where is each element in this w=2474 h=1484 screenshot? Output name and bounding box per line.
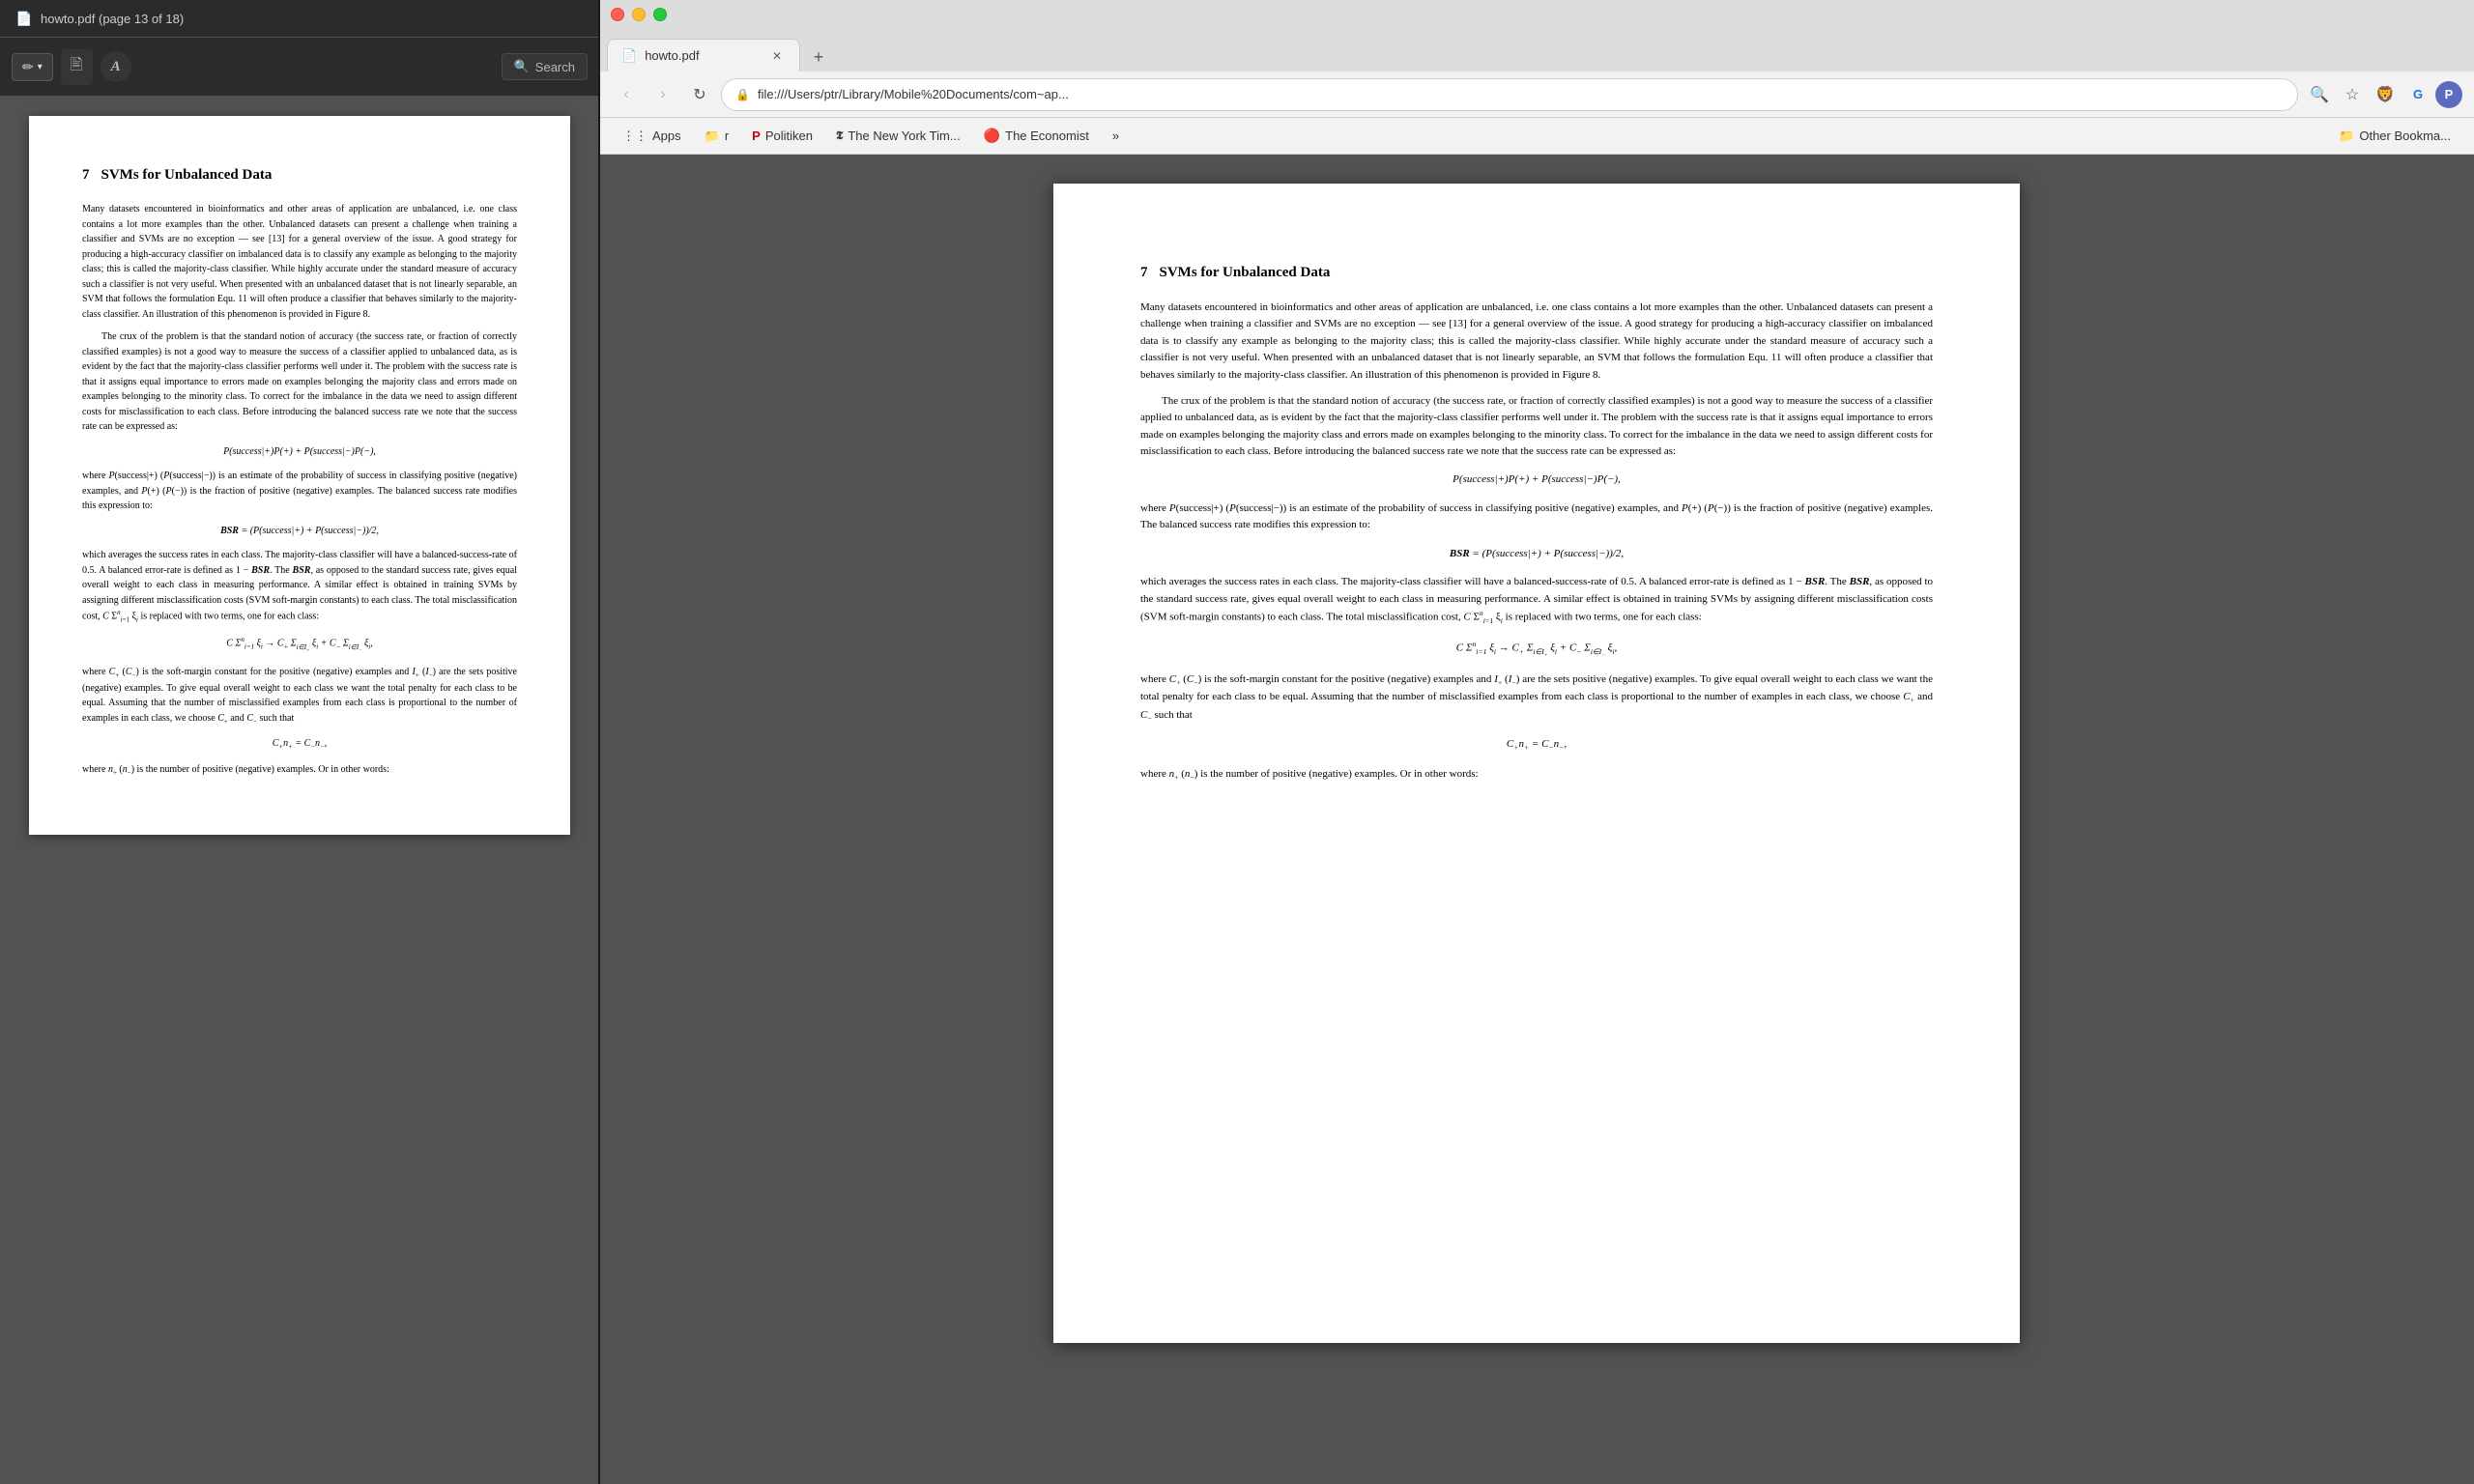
browser-toolbar-icons: 🔍 ☆ 🦁 G P bbox=[2304, 79, 2462, 110]
left-para-6: where n+ (n−) is the number of positive … bbox=[82, 762, 517, 779]
minimize-window-button[interactable] bbox=[632, 8, 646, 21]
bookmark-star-button[interactable]: ☆ bbox=[2337, 79, 2368, 110]
maximize-window-button[interactable] bbox=[653, 8, 667, 21]
file-icon: 📄 bbox=[15, 9, 33, 28]
left-formula-4: C+n+ = C−n−, bbox=[82, 736, 517, 753]
left-search-label: Search bbox=[535, 60, 575, 74]
bookmark-more-button[interactable]: » bbox=[1103, 125, 1129, 147]
security-icon: 🔒 bbox=[735, 88, 750, 101]
browser-tab-pdf[interactable]: 📄 howto.pdf ✕ bbox=[607, 39, 800, 71]
bookmark-r-label: r bbox=[725, 128, 729, 143]
left-section-title: SVMs for Unbalanced Data bbox=[101, 164, 273, 186]
left-formula-2: BSR = (P(success|+) + P(success|−))/2, bbox=[82, 524, 517, 539]
apps-grid-icon: ⋮⋮ bbox=[622, 128, 647, 144]
right-section-heading: 7 SVMs for Unbalanced Data bbox=[1140, 261, 1933, 284]
left-pdf-title: howto.pdf (page 13 of 18) bbox=[41, 12, 184, 26]
tab-close-button[interactable]: ✕ bbox=[768, 47, 786, 65]
right-formula-4: C+n+ = C−n−, bbox=[1140, 736, 1933, 755]
left-formula-3: C Σni=1 ξi → C+ Σi∈I+ ξi + C− Σi∈I− ξi, bbox=[82, 635, 517, 654]
bookmark-politiken-label: Politiken bbox=[765, 128, 813, 143]
bookmark-other-folder[interactable]: 📁 Other Bookma... bbox=[2329, 125, 2460, 148]
bookmark-nyt-label: The New York Tim... bbox=[848, 128, 960, 143]
other-bookmarks-folder-icon: 📁 bbox=[2339, 128, 2354, 144]
left-para-2: The crux of the problem is that the stan… bbox=[82, 329, 517, 435]
new-tab-button[interactable]: + bbox=[804, 43, 833, 71]
right-section-title: SVMs for Unbalanced Data bbox=[1160, 261, 1331, 284]
right-para-5: where C+ (C−) is the soft-margin constan… bbox=[1140, 671, 1933, 725]
pen-icon: ✏ bbox=[22, 59, 34, 75]
panel-divider bbox=[598, 0, 600, 1484]
search-toolbar-button[interactable]: 🔍 bbox=[2304, 79, 2335, 110]
right-pdf-page: 7 SVMs for Unbalanced Data Many datasets… bbox=[1053, 184, 2020, 1343]
typewriter-button[interactable]: A bbox=[101, 51, 131, 82]
bookmark-economist[interactable]: 🔴 The Economist bbox=[974, 124, 1099, 148]
brave-shield-button[interactable]: 🦁 bbox=[2370, 79, 2401, 110]
pen-dropdown-icon: ▾ bbox=[38, 62, 43, 72]
back-button[interactable]: ‹ bbox=[611, 79, 642, 110]
left-title-bar: 📄 howto.pdf (page 13 of 18) bbox=[0, 0, 599, 37]
bookmark-nyt[interactable]: 𝕿 The New York Tim... bbox=[826, 125, 970, 147]
politiken-icon: P bbox=[752, 128, 761, 143]
right-para-6: where n+ (n−) is the number of positive … bbox=[1140, 766, 1933, 784]
pen-tool-button[interactable]: ✏ ▾ bbox=[12, 53, 53, 81]
left-para-4: which averages the success rates in each… bbox=[82, 548, 517, 625]
nyt-icon: 𝕿 bbox=[836, 128, 843, 143]
profile-avatar[interactable]: P bbox=[2435, 81, 2462, 108]
left-pdf-viewer: 7 SVMs for Unbalanced Data Many datasets… bbox=[0, 97, 599, 1484]
right-para-4: which averages the success rates in each… bbox=[1140, 574, 1933, 627]
browser-titlebar bbox=[599, 0, 2474, 29]
economist-icon: 🔴 bbox=[984, 128, 1000, 144]
left-para-5: where C+ (C−) is the soft-margin constan… bbox=[82, 665, 517, 728]
bookmark-apps-label: Apps bbox=[652, 128, 681, 143]
stamp-button[interactable]: 🖹 bbox=[61, 49, 93, 85]
right-para-3: where P(success|+) (P(success|−)) is an … bbox=[1140, 500, 1933, 534]
translate-button[interactable]: G bbox=[2402, 79, 2433, 110]
right-formula-1: P(success|+)P(+) + P(success|−)P(−), bbox=[1140, 471, 1933, 489]
folder-icon: 📁 bbox=[705, 128, 720, 144]
left-formula-1: P(success|+)P(+) + P(success|−)P(−), bbox=[82, 444, 517, 460]
bookmark-folder-r[interactable]: 📁 r bbox=[695, 125, 739, 148]
left-search-button[interactable]: 🔍 Search bbox=[502, 53, 588, 80]
left-para-1: Many datasets encountered in bioinformat… bbox=[82, 202, 517, 322]
right-formula-3: C Σni=1 ξi → C+ Σi∈I+ ξi + C− Σi∈I− ξi, bbox=[1140, 639, 1933, 660]
browser-toolbar: ‹ › ↻ 🔒 file:///Users/ptr/Library/Mobile… bbox=[599, 71, 2474, 118]
right-para-2: The crux of the problem is that the stan… bbox=[1140, 393, 1933, 461]
bookmark-politiken[interactable]: P Politiken bbox=[742, 125, 822, 147]
browser-panel: 📄 howto.pdf ✕ + ‹ › ↻ 🔒 file:///Users/pt… bbox=[599, 0, 2474, 1484]
right-para-1: Many datasets encountered in bioinformat… bbox=[1140, 300, 1933, 384]
left-section-heading: 7 SVMs for Unbalanced Data bbox=[82, 164, 517, 186]
left-pdf-panel: 📄 howto.pdf (page 13 of 18) ✏ ▾ 🖹 A 🔍 Se… bbox=[0, 0, 599, 1484]
right-formula-2: BSR = (P(success|+) + P(success|−))/2, bbox=[1140, 546, 1933, 563]
bookmark-apps[interactable]: ⋮⋮ Apps bbox=[613, 125, 691, 148]
search-icon: 🔍 bbox=[514, 59, 530, 74]
left-pdf-page: 7 SVMs for Unbalanced Data Many datasets… bbox=[29, 116, 570, 835]
close-window-button[interactable] bbox=[611, 8, 624, 21]
forward-button[interactable]: › bbox=[647, 79, 678, 110]
left-toolbar: ✏ ▾ 🖹 A 🔍 Search bbox=[0, 38, 599, 96]
browser-tab-bar: 📄 howto.pdf ✕ + bbox=[599, 29, 2474, 71]
left-para-3: where P(success|+) (P(success|−)) is an … bbox=[82, 469, 517, 514]
address-text: file:///Users/ptr/Library/Mobile%20Docum… bbox=[758, 87, 2284, 101]
bookmark-other-label: Other Bookma... bbox=[2359, 128, 2451, 143]
browser-pdf-content: 7 SVMs for Unbalanced Data Many datasets… bbox=[599, 155, 2474, 1484]
address-bar[interactable]: 🔒 file:///Users/ptr/Library/Mobile%20Doc… bbox=[721, 78, 2298, 111]
browser-tab-label: howto.pdf bbox=[645, 48, 699, 63]
right-section-number: 7 bbox=[1140, 261, 1148, 284]
more-bookmarks-icon: » bbox=[1112, 128, 1119, 143]
left-section-number: 7 bbox=[82, 164, 90, 186]
bookmarks-bar: ⋮⋮ Apps 📁 r P Politiken 𝕿 The New York T… bbox=[599, 118, 2474, 155]
bookmark-economist-label: The Economist bbox=[1005, 128, 1089, 143]
tab-pdf-icon: 📄 bbox=[621, 48, 637, 64]
reload-button[interactable]: ↻ bbox=[684, 79, 715, 110]
